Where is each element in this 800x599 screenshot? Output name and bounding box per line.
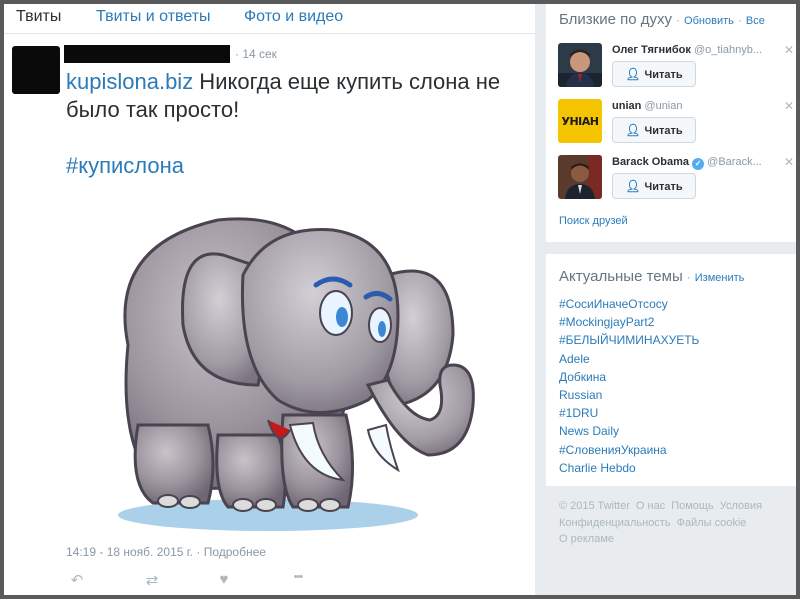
- tweet-hashtag[interactable]: #купислона: [66, 153, 184, 179]
- trend-list: #СосиИначеОтсосу #MockingjayPart2 #БЕЛЫЙ…: [559, 295, 699, 477]
- find-friends-link[interactable]: Поиск друзей: [559, 215, 628, 227]
- follow-button[interactable]: 👤︎ Читать: [612, 117, 696, 143]
- dismiss-icon[interactable]: ✕: [784, 43, 794, 57]
- tweet[interactable]: · 14 сек kupislona.biz Никогда еще купит…: [4, 35, 535, 595]
- retweet-icon[interactable]: ⇄: [141, 571, 163, 591]
- tweet-link[interactable]: kupislona.biz: [66, 69, 193, 94]
- avatar[interactable]: [558, 155, 602, 199]
- dismiss-icon[interactable]: ✕: [784, 155, 794, 169]
- suggestion-name[interactable]: unian @unian: [612, 100, 683, 112]
- trend-item[interactable]: Russian: [559, 386, 699, 404]
- profile-tabs: Твиты Твиты и ответы Фото и видео: [4, 4, 535, 34]
- elephant-image[interactable]: [68, 185, 498, 540]
- trend-item[interactable]: #СосиИначеОтсосу: [559, 295, 699, 313]
- trend-item[interactable]: #1DRU: [559, 404, 699, 422]
- page-frame: Твиты Твиты и ответы Фото и видео · 14 с…: [4, 4, 796, 595]
- footer-help-link[interactable]: Помощь: [671, 500, 714, 512]
- trend-item[interactable]: Charlie Hebdo: [559, 459, 699, 477]
- more-icon[interactable]: •••: [284, 571, 312, 591]
- who-to-follow-header: Близкие по духу · Обновить · Все: [559, 11, 765, 28]
- add-user-icon: 👤︎: [625, 67, 641, 81]
- details-link[interactable]: Подробнее: [204, 545, 266, 559]
- tab-tweets-and-replies[interactable]: Твиты и ответы: [96, 8, 211, 26]
- change-trends-link[interactable]: Изменить: [695, 272, 745, 284]
- timeline-column: Твиты Твиты и ответы Фото и видео · 14 с…: [4, 4, 535, 595]
- footer-terms-link[interactable]: Условия: [720, 500, 762, 512]
- who-to-follow-card: Близкие по духу · Обновить · Все Олег Тя…: [546, 4, 796, 242]
- trend-item[interactable]: Adele: [559, 350, 699, 368]
- like-icon[interactable]: ♥: [213, 571, 235, 591]
- avatar[interactable]: УНІАН: [558, 99, 602, 143]
- avatar[interactable]: [558, 43, 602, 87]
- follow-button[interactable]: 👤︎ Читать: [612, 61, 696, 87]
- trend-item[interactable]: #БЕЛЫЙЧИМИНАХУЕТЬ: [559, 331, 699, 349]
- add-user-icon: 👤︎: [625, 123, 641, 137]
- view-all-link[interactable]: Все: [746, 15, 765, 27]
- trend-item[interactable]: Добкина: [559, 368, 699, 386]
- who-to-follow-title: Близкие по духу: [559, 11, 673, 28]
- follow-button[interactable]: 👤︎ Читать: [612, 173, 696, 199]
- suggestion-item: Barack Obama ✓ @Barack... ✕ 👤︎ Читать: [558, 155, 794, 205]
- suggestion-item: УНІАН unian @unian ✕ 👤︎ Читать: [558, 99, 794, 149]
- verified-badge-icon: ✓: [692, 158, 705, 170]
- footer-cookies-link[interactable]: Файлы cookie: [677, 517, 747, 529]
- trend-item[interactable]: News Daily: [559, 422, 699, 440]
- tab-tweets[interactable]: Твиты: [16, 8, 61, 26]
- footer-about-link[interactable]: О нас: [636, 500, 665, 512]
- suggestion-item: Олег Тягнибок @o_tiahnyb... ✕ 👤︎ Читать: [558, 43, 794, 93]
- tweet-text: kupislona.biz Никогда еще купить слона н…: [66, 68, 526, 124]
- footer-privacy-link[interactable]: Конфиденциальность: [559, 517, 671, 529]
- add-user-icon: 👤︎: [625, 179, 641, 193]
- redacted-author-name: [64, 45, 230, 63]
- tweet-timestamp: 14:19 - 18 нояб. 2015 г.: [66, 545, 193, 559]
- tab-photos-and-videos[interactable]: Фото и видео: [244, 8, 343, 26]
- suggestion-name[interactable]: Barack Obama ✓ @Barack...: [612, 156, 762, 170]
- refresh-link[interactable]: Обновить: [684, 15, 734, 27]
- dismiss-icon[interactable]: ✕: [784, 99, 794, 113]
- suggestion-name[interactable]: Олег Тягнибок @o_tiahnyb...: [612, 44, 762, 56]
- reply-icon[interactable]: ↶: [66, 571, 88, 591]
- footer-ads-link[interactable]: О рекламе: [559, 533, 614, 545]
- trends-header: Актуальные темы · Изменить: [559, 268, 745, 285]
- avatar[interactable]: [12, 46, 60, 94]
- tweet-meta: 14:19 - 18 нояб. 2015 г. · Подробнее: [66, 545, 266, 559]
- tweet-time[interactable]: · 14 сек: [235, 47, 277, 61]
- trend-item[interactable]: #MockingjayPart2: [559, 313, 699, 331]
- footer-copyright: © 2015 Twitter: [559, 500, 630, 512]
- tweet-actions: ↶ ⇄ ♥ •••: [66, 571, 326, 591]
- site-footer: © 2015 Twitter О нас Помощь Условия Конфиде…: [559, 498, 789, 548]
- trend-item[interactable]: #СловенияУкраина: [559, 441, 699, 459]
- trends-card: Актуальные темы · Изменить #СосиИначеОтс…: [546, 254, 796, 486]
- trends-title: Актуальные темы: [559, 268, 683, 285]
